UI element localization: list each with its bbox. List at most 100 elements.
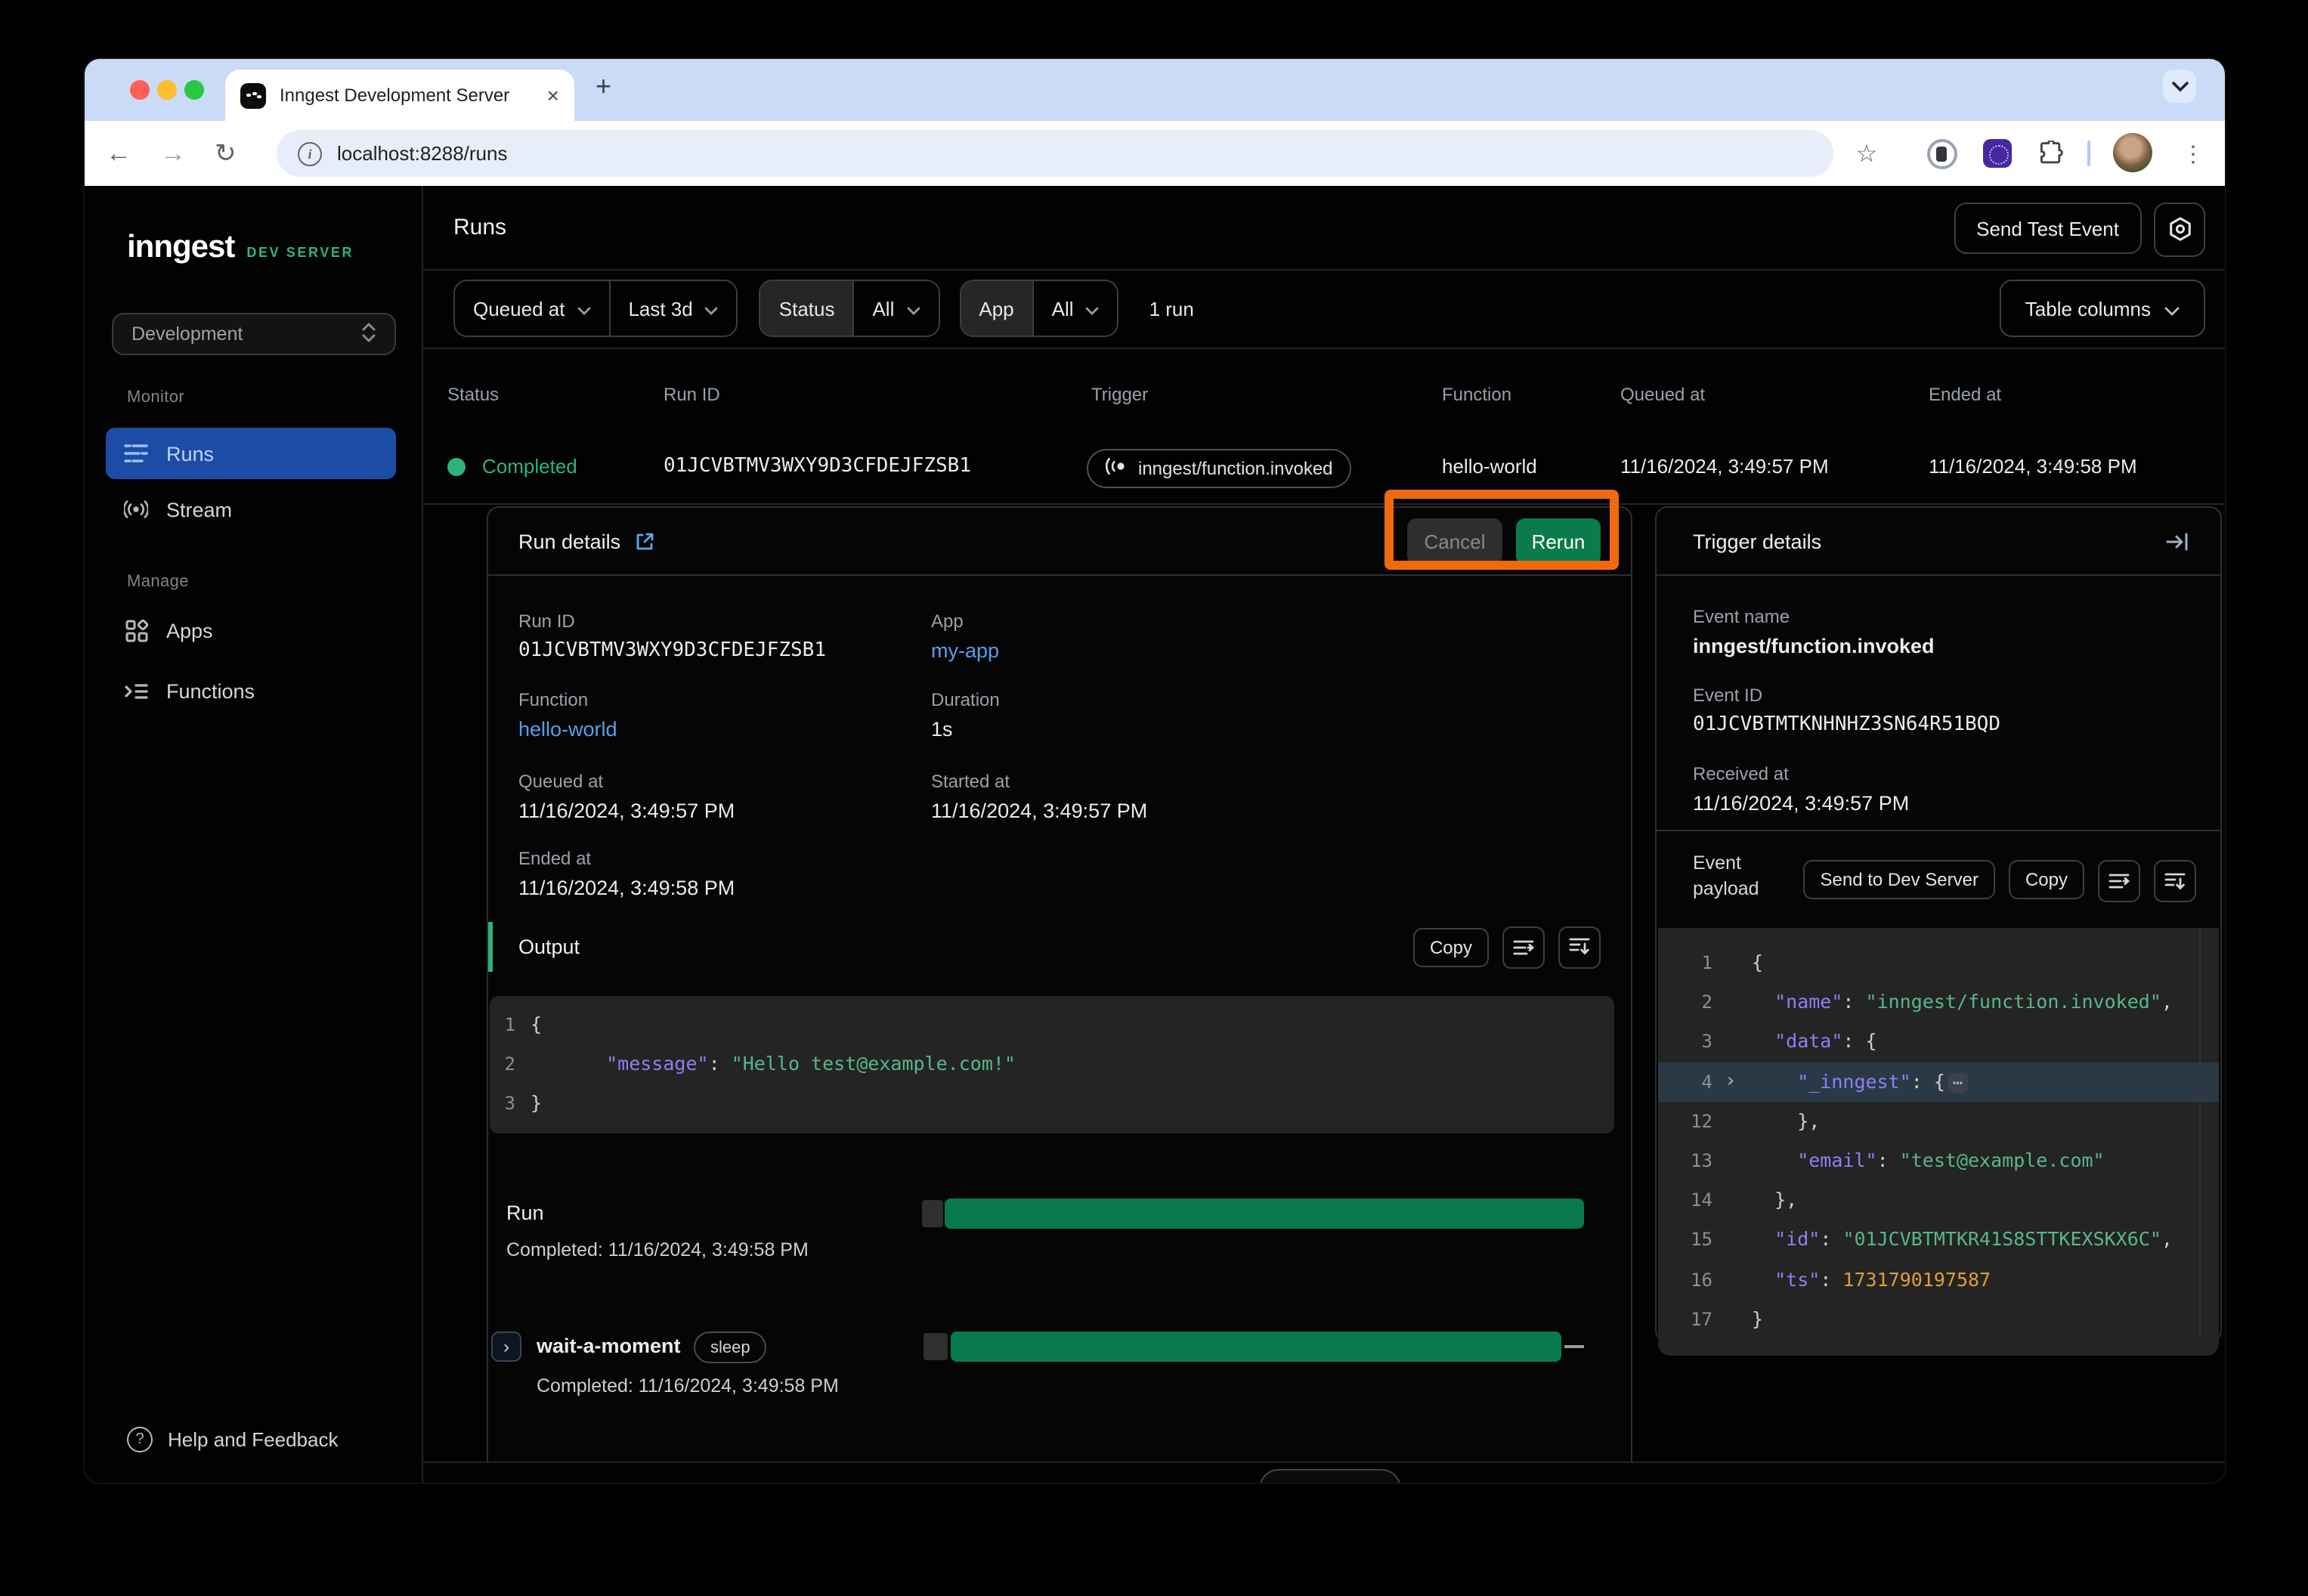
payload-copy-button[interactable]: Copy (2009, 860, 2084, 899)
line-number: 1 (490, 1005, 515, 1044)
status-filter-label: Status (761, 281, 853, 336)
inngest-logo: inngest (127, 230, 234, 266)
output-copy-button[interactable]: Copy (1413, 927, 1489, 967)
reload-icon[interactable]: ↻ (215, 121, 237, 186)
cutoff-bottom-button[interactable] (1259, 1469, 1401, 1483)
field-queued-at: Queued at 11/16/2024, 3:49:57 PM (518, 771, 735, 822)
code-token: { (531, 1013, 542, 1035)
function-link[interactable]: hello-world (518, 718, 617, 741)
send-to-dev-server-button[interactable]: Send to Dev Server (1804, 860, 1995, 899)
word-wrap-icon[interactable] (1502, 926, 1545, 968)
browser-tab[interactable]: Inngest Development Server × (225, 70, 574, 121)
fold-chevron-icon[interactable]: › (1725, 1062, 1737, 1101)
app-filter[interactable]: App All (959, 280, 1118, 337)
output-title: Output (518, 936, 580, 958)
code-token: : (1820, 1267, 1842, 1290)
app-value-label: All (1052, 297, 1074, 320)
annotation-highlight-box (1384, 490, 1619, 570)
code-token: "name" (1774, 990, 1842, 1013)
step-bar-tail (1564, 1345, 1584, 1348)
site-info-icon[interactable]: i (298, 141, 322, 165)
environment-selector[interactable]: Development (112, 313, 396, 355)
extension-icon[interactable] (1977, 121, 2016, 186)
trigger-badge[interactable]: inngest/function.invoked (1087, 449, 1351, 488)
tab-search-chevron-icon[interactable] (2163, 70, 2196, 103)
back-icon[interactable]: ← (106, 121, 131, 186)
inngest-favicon-icon (240, 82, 266, 108)
row-run-id[interactable]: 01JCVBTMV3WXY9D3CFDEJFZSB1 (664, 455, 971, 478)
sidebar-item-functions[interactable]: Functions (106, 665, 396, 716)
status-dot (447, 458, 466, 476)
chevron-down-icon (577, 297, 590, 320)
trigger-details-panel: Trigger details Event name inngest/funct… (1655, 506, 2222, 1342)
new-tab-button[interactable]: + (596, 71, 611, 103)
run-details-title: Run details (518, 530, 620, 552)
inngest-dev-server-page: inngest DEV SERVER Development Monitor R… (85, 186, 2225, 1483)
line-number: 3 (1658, 1022, 1712, 1062)
password-manager-icon[interactable] (1923, 121, 1962, 186)
field-label: Function (518, 689, 617, 710)
field-function: Function hello-world (518, 689, 617, 741)
field-value: 1s (931, 718, 1000, 741)
payload-scrollbar[interactable] (2199, 928, 2201, 1338)
sidebar-item-apps[interactable]: Apps (106, 605, 396, 656)
window-zoom-button[interactable] (184, 80, 204, 100)
dev-server-badge: DEV SERVER (246, 245, 354, 260)
forward-icon[interactable]: → (160, 121, 186, 186)
column-header: Trigger (1091, 384, 1148, 405)
extensions-puzzle-icon[interactable] (2031, 121, 2071, 186)
sidebar-item-stream[interactable]: Stream (106, 484, 396, 535)
word-wrap-icon[interactable] (2098, 860, 2140, 902)
bookmark-star-icon[interactable]: ☆ (1847, 121, 1886, 186)
line-number: 1 (1658, 943, 1712, 982)
status-filter-value[interactable]: All (852, 281, 938, 336)
column-header: Ended at (1929, 384, 2001, 405)
output-code-block[interactable]: 1{ 2"message": "Hello test@example.com!"… (490, 996, 1614, 1134)
code-token: } (1752, 1307, 1763, 1329)
app-filter-value[interactable]: All (1032, 281, 1118, 336)
help-and-feedback[interactable]: ? Help and Feedback (127, 1427, 339, 1452)
address-bar[interactable]: i localhost:8288/runs (277, 130, 1833, 177)
send-test-event-button[interactable]: Send Test Event (1954, 203, 2142, 254)
code-line: 13"email": "test@example.com" (1658, 1141, 2219, 1180)
window-minimize-button[interactable] (157, 80, 177, 100)
field-label: Started at (931, 771, 1147, 792)
code-token: : (709, 1052, 732, 1075)
status-filter[interactable]: Status All (760, 280, 940, 337)
browser-menu-icon[interactable]: ⋮ (2173, 121, 2213, 186)
time-range-filter[interactable]: Last 3d (608, 281, 736, 336)
line-number: 4 (1658, 1062, 1712, 1101)
collapse-panel-icon[interactable] (2166, 531, 2190, 551)
table-columns-button[interactable]: Table columns (2000, 280, 2205, 337)
code-token: }, (1797, 1109, 1820, 1132)
code-line: 2"name": "inngest/function.invoked", (1658, 982, 2219, 1022)
settings-gear-icon[interactable] (2154, 203, 2205, 257)
event-payload-code-block[interactable]: 1{ 2"name": "inngest/function.invoked", … (1658, 928, 2219, 1356)
code-line-collapsed[interactable]: 4›"_inngest": {⋯ (1658, 1062, 2219, 1101)
field-label: Event ID (1693, 685, 2000, 706)
field-value: 11/16/2024, 3:49:57 PM (931, 800, 1147, 822)
queued-at-filter[interactable]: Queued at (455, 281, 608, 336)
code-line: 16"ts": 1731790197587 (1658, 1260, 2219, 1299)
code-token: } (531, 1091, 542, 1114)
table-row[interactable]: Completed 01JCVBTMV3WXY9D3CFDEJFZSB1 inn… (423, 431, 2225, 505)
profile-avatar[interactable] (2113, 133, 2152, 172)
scroll-to-bottom-icon[interactable] (2154, 860, 2196, 902)
code-token: "01JCVBTMTKR41S8STTKEXSKX6C" (1842, 1228, 2161, 1251)
time-field-filter[interactable]: Queued at Last 3d (453, 280, 738, 337)
apps-grid-icon (124, 618, 148, 642)
step-expand-chevron-icon[interactable]: › (491, 1332, 521, 1362)
field-value: 11/16/2024, 3:49:57 PM (518, 800, 735, 822)
code-token: "_inngest" (1797, 1069, 1911, 1092)
scroll-to-bottom-icon[interactable] (1558, 926, 1601, 968)
tab-close-icon[interactable]: × (547, 83, 559, 107)
step-timeline-bar[interactable] (951, 1332, 1561, 1362)
window-close-button[interactable] (130, 80, 150, 100)
run-timeline-bar[interactable] (945, 1199, 1584, 1229)
app-link[interactable]: my-app (931, 639, 999, 662)
external-link-icon[interactable] (634, 531, 654, 551)
collapsed-ellipsis[interactable]: ⋯ (1948, 1072, 1967, 1092)
sidebar-item-runs[interactable]: Runs (106, 428, 396, 479)
manage-section-label: Manage (127, 573, 189, 591)
field-label: Received at (1693, 763, 1909, 784)
